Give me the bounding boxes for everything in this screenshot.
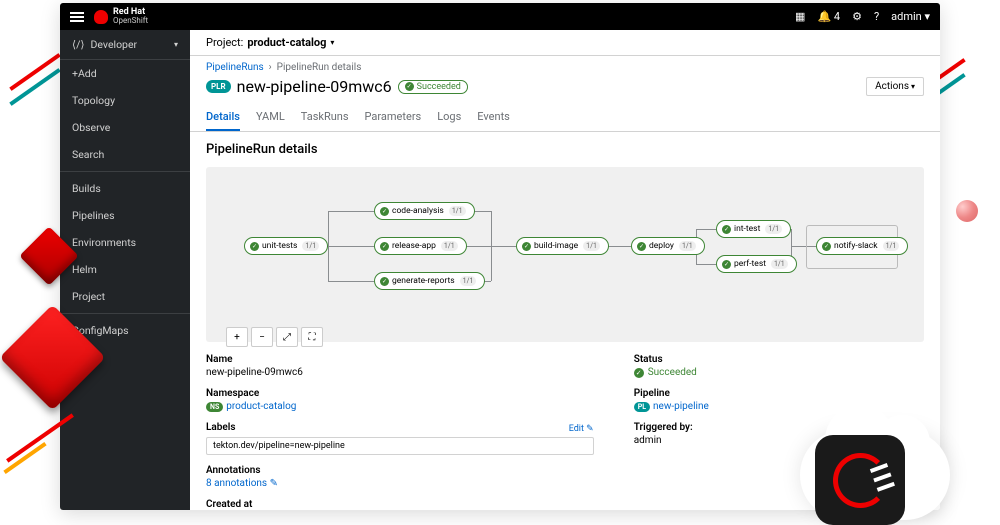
breadcrumb: PipelineRuns › PipelineRun details bbox=[190, 56, 940, 75]
namespace-label: Namespace bbox=[206, 388, 594, 399]
nav-toggle-icon[interactable] bbox=[70, 12, 84, 22]
task-unit-tests[interactable]: unit-tests1/1 bbox=[244, 237, 328, 255]
nav-helm[interactable]: Helm bbox=[60, 256, 190, 283]
created-label: Created at bbox=[206, 499, 594, 510]
nav-observe[interactable]: Observe bbox=[60, 114, 190, 141]
task-generate-reports[interactable]: generate-reports1/1 bbox=[374, 272, 485, 290]
sidebar: ⟨/⟩Developer +Add Topology Observe Searc… bbox=[60, 30, 190, 510]
nav-pipelines[interactable]: Pipelines bbox=[60, 202, 190, 229]
task-deploy[interactable]: deploy1/1 bbox=[631, 237, 705, 255]
pipeline-visualization: unit-tests1/1 code-analysis1/1 release-a… bbox=[206, 167, 924, 342]
tab-logs[interactable]: Logs bbox=[437, 104, 461, 131]
label-chip: tekton.dev/pipeline=new-pipeline bbox=[206, 437, 594, 455]
actions-menu[interactable]: Actions bbox=[866, 77, 924, 96]
task-code-analysis[interactable]: code-analysis1/1 bbox=[374, 202, 475, 220]
nav-environments[interactable]: Environments bbox=[60, 229, 190, 256]
tab-parameters[interactable]: Parameters bbox=[365, 104, 422, 131]
settings-icon[interactable]: ⚙ bbox=[852, 10, 862, 23]
nav-topology[interactable]: Topology bbox=[60, 87, 190, 114]
nav-builds[interactable]: Builds bbox=[60, 175, 190, 202]
ns-badge: NS bbox=[206, 402, 223, 412]
status-badge: Succeeded bbox=[398, 80, 468, 94]
edit-labels-button[interactable]: Edit bbox=[569, 424, 594, 434]
resource-badge: PLR bbox=[206, 80, 231, 93]
name-label: Name bbox=[206, 354, 594, 365]
zoom-in-button[interactable]: + bbox=[226, 327, 248, 347]
pl-badge: PL bbox=[634, 402, 650, 412]
zoom-reset-button[interactable]: ⛶ bbox=[301, 327, 323, 347]
task-notify-slack[interactable]: notify-slack1/1 bbox=[816, 237, 908, 255]
breadcrumb-parent[interactable]: PipelineRuns bbox=[206, 62, 264, 73]
redhat-icon bbox=[94, 10, 108, 24]
tab-bar: Details YAML TaskRuns Parameters Logs Ev… bbox=[190, 104, 940, 132]
user-menu[interactable]: admin ▾ bbox=[891, 10, 930, 23]
notif-count: 4 bbox=[834, 10, 840, 23]
section-heading: PipelineRun details bbox=[190, 132, 940, 163]
masthead: Red HatOpenShift ▦ 🔔 4 ⚙ ? admin ▾ bbox=[60, 3, 940, 30]
status-label: Status bbox=[634, 354, 924, 365]
zoom-out-button[interactable]: − bbox=[251, 327, 273, 347]
task-perf-test[interactable]: perf-test1/1 bbox=[716, 255, 797, 273]
decorative-app-icon bbox=[815, 435, 905, 525]
brand-logo: Red HatOpenShift bbox=[94, 8, 148, 25]
annotations-label: Annotations bbox=[206, 465, 594, 476]
product-name: OpenShift bbox=[113, 17, 148, 25]
annotations-link[interactable]: 8 annotations ✎ bbox=[206, 478, 278, 489]
page-title: new-pipeline-09mwc6 bbox=[237, 77, 392, 96]
perspective-switcher[interactable]: ⟨/⟩Developer bbox=[60, 30, 190, 60]
tab-yaml[interactable]: YAML bbox=[256, 104, 285, 131]
app-launcher-icon[interactable]: ▦ bbox=[795, 10, 805, 23]
status-value: Succeeded bbox=[634, 367, 924, 378]
notifications-icon[interactable]: 🔔 4 bbox=[817, 10, 840, 23]
name-value: new-pipeline-09mwc6 bbox=[206, 367, 594, 378]
nav-search[interactable]: Search bbox=[60, 141, 190, 168]
nav-project[interactable]: Project bbox=[60, 283, 190, 310]
task-build-image[interactable]: build-image1/1 bbox=[516, 237, 609, 255]
breadcrumb-current: PipelineRun details bbox=[277, 62, 362, 73]
task-release-app[interactable]: release-app1/1 bbox=[374, 237, 467, 255]
labels-label: Labels bbox=[206, 422, 236, 433]
namespace-link[interactable]: product-catalog bbox=[226, 401, 296, 412]
tab-events[interactable]: Events bbox=[477, 104, 510, 131]
nav-add[interactable]: +Add bbox=[60, 60, 190, 87]
pipeline-link[interactable]: new-pipeline bbox=[653, 401, 709, 412]
task-int-test[interactable]: int-test1/1 bbox=[716, 220, 791, 238]
tab-details[interactable]: Details bbox=[206, 104, 240, 131]
zoom-fit-button[interactable]: ⤢ bbox=[276, 327, 298, 347]
help-icon[interactable]: ? bbox=[874, 10, 879, 23]
project-selector[interactable]: Project: product-catalog bbox=[190, 30, 940, 56]
pipeline-label: Pipeline bbox=[634, 388, 924, 399]
tab-taskruns[interactable]: TaskRuns bbox=[301, 104, 349, 131]
decorative-sphere bbox=[956, 200, 978, 222]
